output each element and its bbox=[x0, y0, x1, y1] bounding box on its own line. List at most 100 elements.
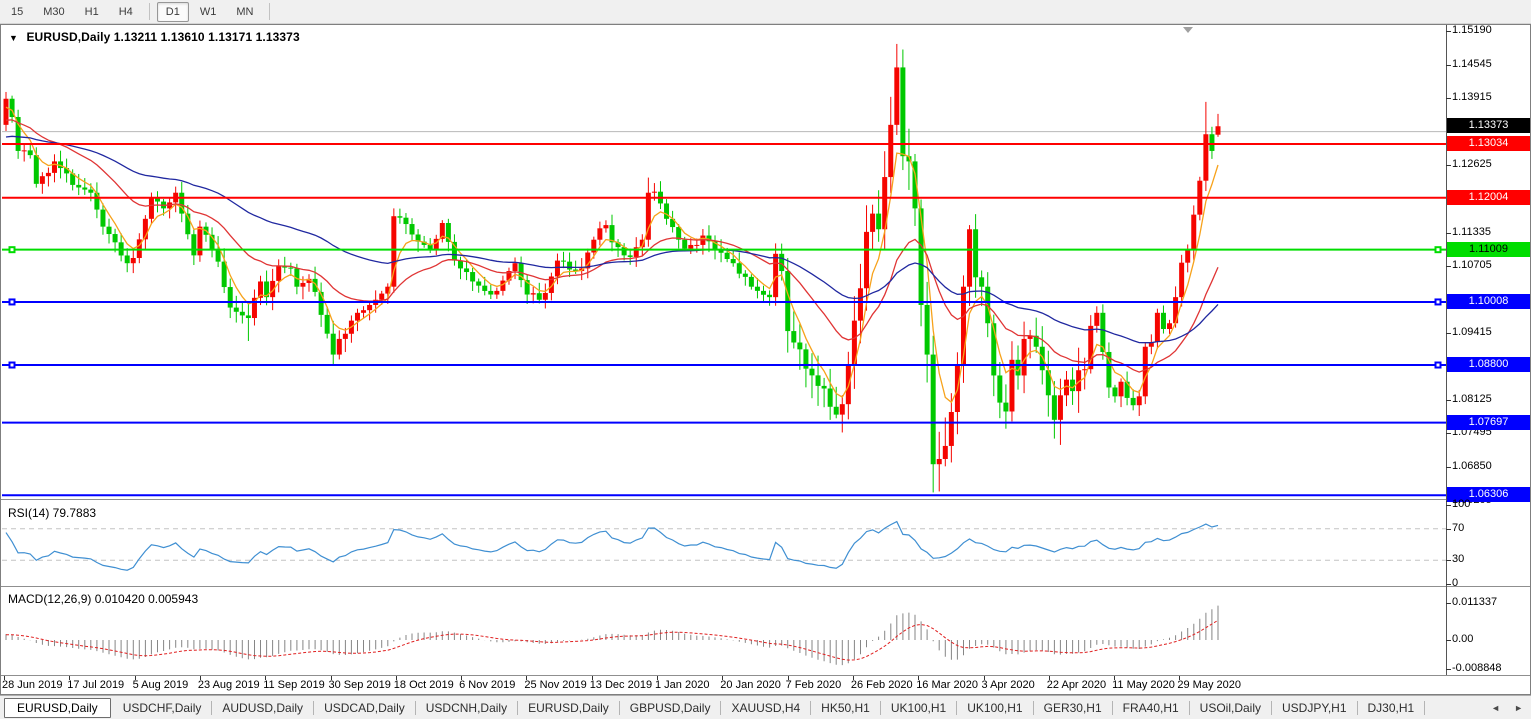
x-axis-label: 11 May 2020 bbox=[1112, 679, 1175, 691]
y-axis-label: 1.12625 bbox=[1452, 158, 1492, 170]
x-axis-label: 30 Sep 2019 bbox=[329, 679, 391, 691]
chart-tab-uk100-h1[interactable]: UK100,H1 bbox=[957, 698, 1032, 718]
rsi-axis-label: 0 bbox=[1452, 577, 1458, 589]
price-axis-tick bbox=[1446, 400, 1451, 401]
x-axis-label: 3 Apr 2020 bbox=[982, 679, 1035, 691]
price-line-label[interactable]: 1.13034 bbox=[1447, 136, 1530, 151]
chart-tab-dj30-h1[interactable]: DJ30,H1 bbox=[1358, 698, 1425, 718]
x-axis-label: 17 Jul 2019 bbox=[67, 679, 124, 691]
y-axis-label: 1.10705 bbox=[1452, 259, 1492, 271]
tabs-scroll-right-icon[interactable]: ► bbox=[1514, 703, 1523, 713]
chart-tab-eurusd-daily[interactable]: EURUSD,Daily bbox=[4, 698, 111, 718]
trading-app: { "toolbar": { "timeframes": [ {"label":… bbox=[0, 0, 1531, 719]
price-line-label[interactable]: 1.07697 bbox=[1447, 415, 1530, 430]
x-axis-label: 6 Nov 2019 bbox=[459, 679, 515, 691]
timeframe-button-h1[interactable]: H1 bbox=[76, 2, 108, 22]
y-axis-label: 1.14545 bbox=[1452, 58, 1492, 70]
timeframe-button-d1[interactable]: D1 bbox=[157, 2, 189, 22]
candles-layer bbox=[4, 44, 1221, 492]
chart-shift-marker-icon[interactable] bbox=[1183, 27, 1193, 33]
chart-collapse-icon[interactable]: ▼ bbox=[9, 33, 18, 43]
time-axis-line bbox=[1, 675, 1530, 676]
macd-pane[interactable] bbox=[0, 588, 1446, 675]
price-line-label[interactable]: 1.12004 bbox=[1447, 190, 1530, 205]
timeframe-button-h4[interactable]: H4 bbox=[110, 2, 142, 22]
price-axis-tick bbox=[1446, 266, 1451, 267]
macd-axis-label: -0.008848 bbox=[1452, 662, 1502, 674]
chart-tab-fra40-h1[interactable]: FRA40,H1 bbox=[1113, 698, 1189, 718]
rsi-axis-label: 100 bbox=[1452, 498, 1470, 510]
chart-tab-ger30-h1[interactable]: GER30,H1 bbox=[1034, 698, 1112, 718]
pane-splitter-macd[interactable] bbox=[1, 586, 1530, 587]
macd-histogram bbox=[6, 606, 1218, 666]
timeframe-button-w1[interactable]: W1 bbox=[191, 2, 226, 22]
chart-tab-xauusd-h4[interactable]: XAUUSD,H4 bbox=[721, 698, 810, 718]
tabs-scroll-left-icon[interactable]: ◄ bbox=[1491, 703, 1500, 713]
price-axis-tick bbox=[1446, 467, 1451, 468]
rsi-axis-tick bbox=[1446, 560, 1451, 561]
x-axis-label: 29 May 2020 bbox=[1177, 679, 1241, 691]
current-price-label: 1.13373 bbox=[1447, 118, 1530, 133]
macd-label: MACD(12,26,9) 0.010420 0.005943 bbox=[8, 592, 198, 606]
macd-axis-tick bbox=[1446, 603, 1451, 604]
chart-tab-audusd-daily[interactable]: AUDUSD,Daily bbox=[212, 698, 313, 718]
y-axis-label: 1.11335 bbox=[1452, 226, 1491, 238]
rsi-axis-tick bbox=[1446, 505, 1451, 506]
chart-tab-uk100-h1[interactable]: UK100,H1 bbox=[881, 698, 956, 718]
x-axis-label: 1 Jan 2020 bbox=[655, 679, 709, 691]
x-axis-label: 13 Dec 2019 bbox=[590, 679, 652, 691]
macd-axis-label: 0.00 bbox=[1452, 633, 1473, 645]
rsi-axis-label: 70 bbox=[1452, 522, 1464, 534]
price-line-label[interactable]: 1.10008 bbox=[1447, 294, 1530, 309]
x-axis-label: 23 Aug 2019 bbox=[198, 679, 260, 691]
pane-splitter-rsi[interactable] bbox=[1, 499, 1530, 500]
chart-tab-usoil-daily[interactable]: USOil,Daily bbox=[1190, 698, 1271, 718]
tab-separator bbox=[1424, 701, 1425, 715]
x-axis-label: 22 Apr 2020 bbox=[1047, 679, 1106, 691]
x-axis-label: 18 Oct 2019 bbox=[394, 679, 454, 691]
price-axis-tick bbox=[1446, 233, 1451, 234]
chart-tab-usdcnh-daily[interactable]: USDCNH,Daily bbox=[416, 698, 517, 718]
price-axis-tick bbox=[1446, 433, 1451, 434]
x-axis-label: 5 Aug 2019 bbox=[133, 679, 189, 691]
chart-tab-gbpusd-daily[interactable]: GBPUSD,Daily bbox=[620, 698, 721, 718]
price-axis-tick bbox=[1446, 333, 1451, 334]
price-axis-tick bbox=[1446, 165, 1451, 166]
y-axis-label: 1.13915 bbox=[1452, 91, 1492, 103]
price-axis-tick bbox=[1446, 98, 1451, 99]
rsi-axis-tick bbox=[1446, 529, 1451, 530]
y-axis-label: 1.15190 bbox=[1452, 24, 1492, 36]
macd-axis-tick bbox=[1446, 669, 1451, 670]
x-axis-label: 26 Feb 2020 bbox=[851, 679, 913, 691]
chart-title: ▼ EURUSD,Daily 1.13211 1.13610 1.13171 1… bbox=[9, 30, 300, 44]
price-line-label[interactable]: 1.11009 bbox=[1447, 242, 1530, 257]
x-axis-label: 16 Mar 2020 bbox=[916, 679, 978, 691]
macd-axis-tick bbox=[1446, 640, 1451, 641]
timeframe-button-mn[interactable]: MN bbox=[227, 2, 262, 22]
rsi-pane[interactable] bbox=[0, 502, 1446, 585]
rsi-axis-tick bbox=[1446, 584, 1451, 585]
x-axis-label: 11 Sep 2019 bbox=[263, 679, 325, 691]
chart-tab-usdcad-daily[interactable]: USDCAD,Daily bbox=[314, 698, 415, 718]
x-axis-label: 7 Feb 2020 bbox=[786, 679, 842, 691]
macd-axis-label: 0.011337 bbox=[1452, 596, 1497, 608]
price-axis-tick bbox=[1446, 65, 1451, 66]
timeframe-button-15[interactable]: 15 bbox=[2, 2, 32, 22]
rsi-axis-label: 30 bbox=[1452, 553, 1464, 565]
chart-tab-usdchf-daily[interactable]: USDCHF,Daily bbox=[113, 698, 212, 718]
price-axis-tick bbox=[1446, 31, 1451, 32]
chart-ohlc-values: 1.13211 1.13610 1.13171 1.13373 bbox=[114, 30, 300, 44]
y-axis-label: 1.06850 bbox=[1452, 460, 1492, 472]
chart-tab-hk50-h1[interactable]: HK50,H1 bbox=[811, 698, 880, 718]
timeframe-button-m30[interactable]: M30 bbox=[34, 2, 73, 22]
moving-average-fast bbox=[6, 107, 1218, 402]
main-chart-pane[interactable] bbox=[0, 25, 1446, 499]
toolbar-separator bbox=[269, 3, 270, 20]
chart-tab-eurusd-daily[interactable]: EURUSD,Daily bbox=[518, 698, 619, 718]
x-axis-label: 25 Nov 2019 bbox=[524, 679, 586, 691]
chart-tab-bar: EURUSD,DailyUSDCHF,DailyAUDUSD,DailyUSDC… bbox=[0, 695, 1531, 719]
price-line-label[interactable]: 1.08800 bbox=[1447, 357, 1530, 372]
timeframe-toolbar: 15M30H1H4 D1W1MN bbox=[0, 0, 1531, 24]
chart-tab-usdjpy-h1[interactable]: USDJPY,H1 bbox=[1272, 698, 1356, 718]
rsi-line bbox=[6, 522, 1218, 571]
